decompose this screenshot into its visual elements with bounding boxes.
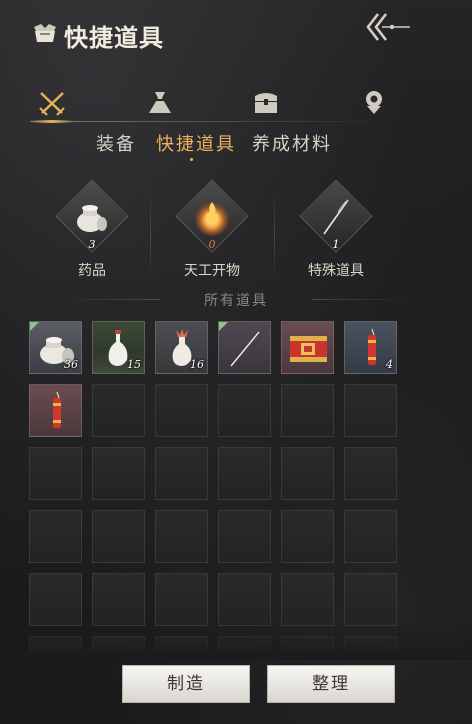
category-crafting[interactable]: 0 天工开物 xyxy=(162,179,262,280)
item-slot[interactable] xyxy=(29,384,82,437)
new-item-tag xyxy=(30,322,39,331)
tab-badge[interactable] xyxy=(352,84,396,122)
empty-slot[interactable] xyxy=(218,573,271,626)
inventory-panel: 快捷道具 装备 快捷道具 养成材料 3 药品 0 天工开物 1 特殊道具 所有道… xyxy=(0,0,472,724)
category-medicine[interactable]: 3 药品 xyxy=(42,179,142,280)
category-tabs-divider xyxy=(30,121,396,122)
empty-slot[interactable] xyxy=(92,510,145,563)
category-label: 特殊道具 xyxy=(308,263,364,279)
category-label: 药品 xyxy=(78,263,106,279)
category-special[interactable]: 1 特殊道具 xyxy=(286,179,386,280)
empty-slot[interactable] xyxy=(92,384,145,437)
item-grid: 36 15 16 4 xyxy=(29,321,399,651)
category-count: 0 xyxy=(208,238,216,251)
empty-slot[interactable] xyxy=(29,447,82,500)
empty-slot[interactable] xyxy=(155,573,208,626)
active-subtab-dot xyxy=(190,158,193,161)
item-quantity: 16 xyxy=(190,358,204,371)
empty-slot[interactable] xyxy=(218,447,271,500)
item-slot[interactable] xyxy=(218,321,271,374)
bundle-icon xyxy=(34,24,56,42)
back-button[interactable] xyxy=(364,10,414,44)
flame-orb-icon xyxy=(194,200,230,236)
sack-icon xyxy=(149,92,171,113)
item-slot[interactable]: 16 xyxy=(155,321,208,374)
badge-icon xyxy=(366,91,382,114)
empty-slot[interactable] xyxy=(218,384,271,437)
firecracker-box-icon xyxy=(290,336,327,362)
item-quantity: 4 xyxy=(386,358,393,371)
category-tabs xyxy=(30,84,396,124)
empty-slot[interactable] xyxy=(281,510,334,563)
needle-icon xyxy=(230,331,260,367)
empty-slot[interactable] xyxy=(155,447,208,500)
empty-slot[interactable] xyxy=(29,510,82,563)
empty-slot[interactable] xyxy=(92,447,145,500)
empty-slot[interactable] xyxy=(344,573,397,626)
sub-tabs: 装备 快捷道具 养成材料 xyxy=(0,130,472,162)
empty-slot[interactable] xyxy=(344,384,397,437)
tab-consumables[interactable] xyxy=(138,84,182,122)
empty-slot[interactable] xyxy=(155,384,208,437)
empty-slot[interactable] xyxy=(344,447,397,500)
empty-slot[interactable] xyxy=(281,447,334,500)
empty-slot[interactable] xyxy=(155,510,208,563)
craft-button[interactable]: 制造 xyxy=(122,665,250,703)
active-tab-indicator xyxy=(30,120,74,123)
category-label: 天工开物 xyxy=(184,263,240,279)
item-slot[interactable]: 36 xyxy=(29,321,82,374)
category-filters: 3 药品 0 天工开物 1 特殊道具 xyxy=(0,179,472,290)
medicine-jar-icon xyxy=(77,205,107,232)
page-title: 快捷道具 xyxy=(64,23,164,52)
item-slot[interactable] xyxy=(281,321,334,374)
sort-button[interactable]: 整理 xyxy=(267,665,395,703)
item-slot[interactable]: 4 xyxy=(344,321,397,374)
new-item-tag xyxy=(219,322,228,331)
tab-equipment[interactable] xyxy=(30,84,74,122)
item-slot[interactable]: 15 xyxy=(92,321,145,374)
subtab-materials[interactable]: 养成材料 xyxy=(252,130,332,156)
subtab-quick-items[interactable]: 快捷道具 xyxy=(156,130,236,156)
section-line xyxy=(312,299,412,300)
section-heading: 所有道具 xyxy=(204,293,268,309)
crossed-swords-icon xyxy=(39,92,65,116)
empty-slot[interactable] xyxy=(344,510,397,563)
empty-slot[interactable] xyxy=(281,573,334,626)
header: 快捷道具 xyxy=(0,0,472,70)
subtab-equipment[interactable]: 装备 xyxy=(96,130,136,156)
item-quantity: 15 xyxy=(127,358,141,371)
category-count: 1 xyxy=(332,238,340,251)
needle-icon xyxy=(323,199,349,235)
item-quantity: 36 xyxy=(64,358,78,371)
empty-slot[interactable] xyxy=(92,573,145,626)
empty-slot[interactable] xyxy=(29,573,82,626)
firecracker-icon xyxy=(53,391,61,428)
grid-fade xyxy=(0,620,472,660)
tab-chest[interactable] xyxy=(244,84,288,122)
category-count: 3 xyxy=(88,238,96,251)
back-arrow-icon xyxy=(366,13,410,41)
empty-slot[interactable] xyxy=(281,384,334,437)
empty-slot[interactable] xyxy=(218,510,271,563)
chest-icon xyxy=(255,93,277,113)
